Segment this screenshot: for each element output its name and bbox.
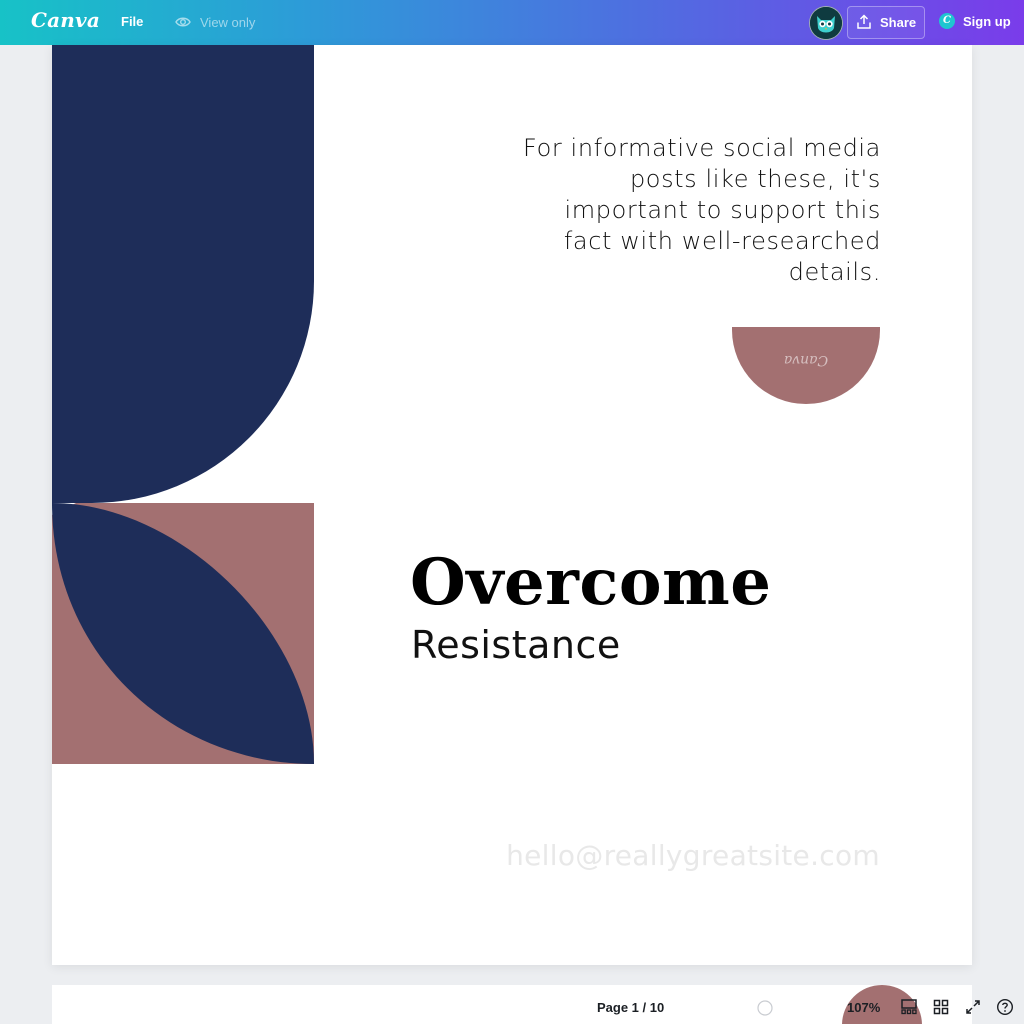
page-indicator[interactable]: Page 1 / 10 xyxy=(597,1000,664,1015)
body-line: fact with well-researched xyxy=(563,227,881,255)
page-layout-icon[interactable] xyxy=(900,998,918,1016)
bottom-toolbar: Page 1 / 10 107% xyxy=(0,992,1024,1024)
expand-icon[interactable] xyxy=(964,998,982,1016)
progress-ring-icon xyxy=(757,1000,773,1016)
help-circle-icon[interactable] xyxy=(996,998,1014,1016)
sign-up-label: Sign up xyxy=(963,14,1011,29)
eye-icon xyxy=(175,17,191,27)
body-line: details. xyxy=(788,258,881,286)
zoom-level[interactable]: 107% xyxy=(847,1000,880,1015)
upload-icon xyxy=(857,14,871,29)
file-menu-button[interactable]: File xyxy=(112,8,152,36)
body-line: posts like these, it's xyxy=(629,165,881,193)
body-line: For informative social media xyxy=(523,134,881,162)
top-toolbar: Canva File View only Share C Sign up xyxy=(0,0,1024,45)
body-paragraph: For informative social media posts like … xyxy=(512,133,881,288)
canva-c-icon: C xyxy=(939,13,955,29)
owl-avatar-icon xyxy=(810,7,842,39)
view-only-label: View only xyxy=(200,15,256,30)
share-label: Share xyxy=(880,15,917,30)
contact-email: hello@reallygreatsite.com xyxy=(506,839,880,872)
grid-view-icon[interactable] xyxy=(932,998,950,1016)
user-avatar[interactable] xyxy=(809,6,843,40)
design-page: For informative social media posts like … xyxy=(52,45,972,965)
share-button[interactable]: Share xyxy=(847,6,925,39)
sign-up-button[interactable]: C Sign up xyxy=(935,8,1015,36)
design-title: Overcome xyxy=(410,545,772,620)
design-subtitle: Resistance xyxy=(411,623,621,667)
canva-watermark: Canva xyxy=(783,352,829,368)
canva-logo[interactable]: Canva xyxy=(31,8,100,32)
body-line: important to support this xyxy=(564,196,881,224)
navy-arch-shape xyxy=(52,45,314,503)
